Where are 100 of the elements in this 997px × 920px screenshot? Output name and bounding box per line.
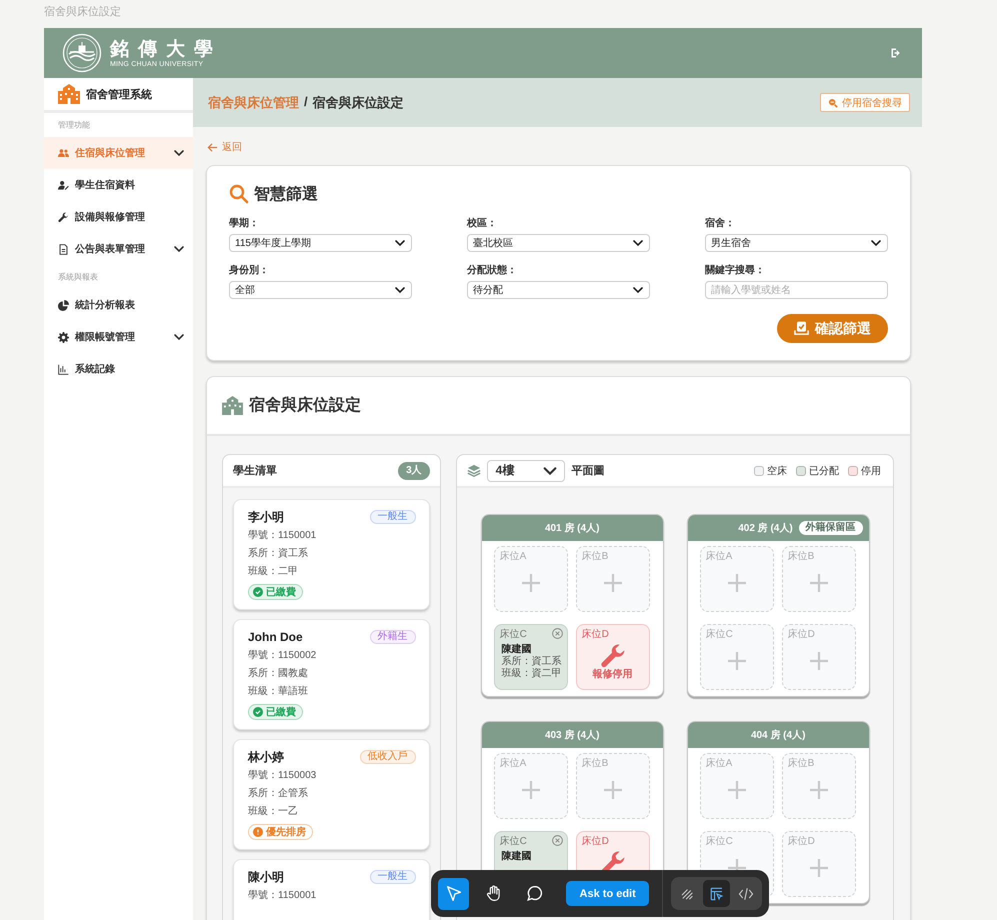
room-title: 403 房 (4人) <box>544 728 600 742</box>
chevron-down-icon[interactable] <box>173 331 185 343</box>
bed-label: 床位B <box>788 550 814 563</box>
logout-icon[interactable] <box>890 47 902 59</box>
field-label: 關鍵字搜尋： <box>705 264 765 277</box>
bed-label: 床位D <box>582 835 609 848</box>
student-type-tag: 低收入戶 <box>360 750 416 764</box>
search-icon <box>229 184 249 204</box>
nav-item[interactable]: 統計分析報表 <box>44 289 193 321</box>
student-info: 班級：二甲 <box>248 564 298 579</box>
arrow-left-icon <box>207 142 218 152</box>
dropdown[interactable]: 臺北校區 <box>467 234 650 252</box>
bed-slot[interactable]: 床位A <box>494 753 568 819</box>
layout-cursor-icon[interactable] <box>703 880 730 907</box>
bed-label: 床位B <box>582 550 608 563</box>
chevron-down-icon <box>632 284 644 296</box>
student-type-tag: 一般生 <box>370 510 416 524</box>
filter-title: 智慧篩選 <box>254 184 318 204</box>
nav-item[interactable]: 設備與報修管理 <box>44 201 193 233</box>
student-type-tag: 一般生 <box>370 870 416 884</box>
legend-label: 已分配 <box>809 464 839 478</box>
student-info: 系所：企管系 <box>248 786 308 801</box>
student-info: 班級：華語班 <box>248 684 308 699</box>
student-count-badge: 3人 <box>398 462 430 480</box>
document-icon <box>58 244 69 254</box>
status-tag: 已繳費 <box>248 584 303 600</box>
wrench-icon <box>58 212 69 222</box>
bed-label: 床位A <box>500 550 526 563</box>
room-tag: 外籍保留區 <box>798 521 863 535</box>
bed-label: 床位C <box>706 628 733 641</box>
breadcrumb-link[interactable]: 宿舍與床位管理 <box>208 94 299 112</box>
back-link[interactable]: 返回 <box>207 140 242 154</box>
dropdown[interactable]: 全部 <box>229 281 412 299</box>
bed-slot[interactable]: 床位B <box>782 546 856 612</box>
nav-section-label: 系統與報表 <box>58 272 98 284</box>
bed-slot[interactable]: 床位D <box>782 831 856 897</box>
nav-item[interactable]: 公告與表單管理 <box>44 233 193 265</box>
nav-item[interactable]: 住宿與床位管理 <box>44 137 193 169</box>
chevron-down-icon[interactable] <box>173 147 185 159</box>
app-title: 宿舍管理系統 <box>86 88 152 102</box>
building-icon <box>222 396 243 415</box>
section-title: 宿舍與床位設定 <box>249 395 361 416</box>
layers-icon <box>466 464 481 478</box>
bed-label: 床位A <box>706 550 732 563</box>
confirm-filter-button[interactable]: 確認篩選 <box>777 314 888 343</box>
university-name: 銘傳大學 <box>110 38 222 60</box>
person-pencil-icon <box>58 180 69 190</box>
room-title: 401 房 (4人) <box>544 521 600 535</box>
pie-chart-icon <box>58 300 69 310</box>
nav-item[interactable]: 學生住宿資料 <box>44 169 193 201</box>
field-label: 校區： <box>467 217 497 230</box>
student-info: 學號：1150001 <box>248 888 316 903</box>
bar-chart-icon <box>58 364 69 374</box>
bed-slot[interactable]: 床位B <box>576 546 650 612</box>
bed-slot[interactable]: 床位B <box>782 753 856 819</box>
dropdown[interactable]: 男生宿舍 <box>705 234 888 252</box>
nav-section-label: 管理功能 <box>58 120 90 132</box>
legend-label: 空床 <box>767 464 787 478</box>
people-icon <box>58 148 69 158</box>
floor-plan-title: 平面圖 <box>572 464 605 478</box>
check-circle-icon <box>253 587 263 597</box>
bed-slot[interactable]: 床位C 陳建國 系所：資工系 班級：資二甲 <box>494 624 568 690</box>
student-type-tag: 外籍生 <box>370 630 416 644</box>
remove-icon[interactable] <box>552 628 563 639</box>
chevron-down-icon <box>632 237 644 249</box>
student-info: 學號：1150001 <box>248 528 316 543</box>
bed-label: 床位D <box>788 835 815 848</box>
chevron-down-icon[interactable] <box>173 243 185 255</box>
chevron-down-icon <box>394 237 406 249</box>
student-info: 班級：一乙 <box>248 804 298 819</box>
occupant-name: 陳建國 <box>502 850 532 863</box>
bed-slot[interactable]: 床位A <box>700 546 774 612</box>
nav-item[interactable]: 權限帳號管理 <box>44 321 193 353</box>
student-info: 學號：1150002 <box>248 648 316 663</box>
bed-slot[interactable]: 床位A <box>494 546 568 612</box>
breadcrumb-current: 宿舍與床位設定 <box>312 94 404 112</box>
nav-item[interactable]: 系統記錄 <box>44 353 193 385</box>
search-field[interactable]: 請輸入學號或姓名 <box>705 281 888 299</box>
wrench-icon <box>600 643 626 669</box>
remove-icon[interactable] <box>552 835 563 846</box>
bed-slot[interactable]: 床位C <box>700 624 774 690</box>
breadcrumb-separator: / <box>304 94 308 110</box>
field-label: 學期： <box>229 217 259 230</box>
field-label: 分配狀態： <box>467 264 517 277</box>
field-label: 身份別： <box>229 264 269 277</box>
bed-slot[interactable]: 床位B <box>576 753 650 819</box>
bed-slot[interactable]: 床位A <box>700 753 774 819</box>
student-name: 林小婷 <box>248 748 284 766</box>
pointer-icon[interactable] <box>438 878 470 910</box>
student-name: John Doe <box>248 630 303 644</box>
floor-dropdown[interactable]: 4樓 <box>486 460 565 482</box>
ask-to-edit-button[interactable]: Ask to edit <box>566 881 650 906</box>
disable-dorm-search-button[interactable]: 停用宿舍搜尋 <box>820 93 910 112</box>
dropdown[interactable]: 待分配 <box>467 281 650 299</box>
occupant-info: 系所：資工系 <box>502 656 562 668</box>
bed-label: 床位C <box>500 835 527 848</box>
bed-label: 床位B <box>788 757 814 770</box>
bed-slot[interactable]: 床位D <box>782 624 856 690</box>
dropdown[interactable]: 115學年度上學期 <box>229 234 412 252</box>
occupant-info: 班級：資二甲 <box>502 668 562 680</box>
